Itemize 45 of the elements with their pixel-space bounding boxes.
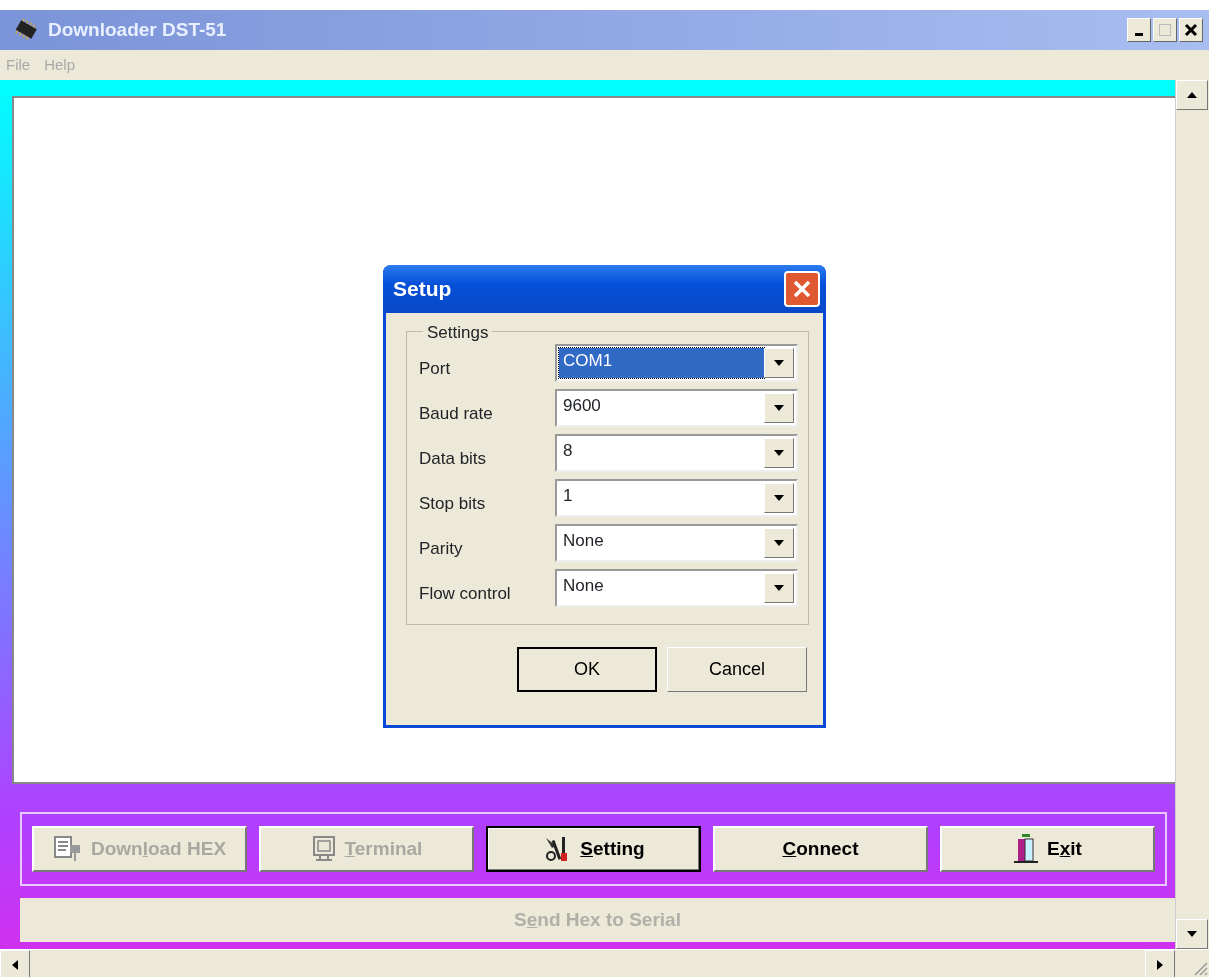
dropdown-field[interactable]: None bbox=[555, 568, 798, 607]
dropdown-arrow-icon bbox=[773, 358, 785, 367]
toolbar-button[interactable]: Connect bbox=[713, 826, 928, 872]
door-icon bbox=[1013, 833, 1040, 865]
dropdown-arrow-icon bbox=[773, 538, 785, 547]
close-icon bbox=[1184, 23, 1198, 37]
dialog-title: Setup bbox=[393, 276, 452, 303]
close-button[interactable] bbox=[1179, 18, 1203, 42]
down-arrow-icon bbox=[1186, 930, 1198, 938]
dropdown-field[interactable]: 1 bbox=[555, 478, 798, 517]
document-icon bbox=[52, 835, 83, 863]
dialog-button[interactable]: Cancel bbox=[667, 647, 807, 692]
minimize-icon bbox=[1135, 32, 1143, 36]
dialog-button[interactable]: OK bbox=[517, 647, 657, 692]
dropdown-field[interactable]: 9600 bbox=[555, 388, 798, 427]
scroll-up-button[interactable] bbox=[1176, 80, 1208, 110]
status-text: Send Hex to Serial bbox=[514, 907, 681, 932]
dropdown-arrow-icon bbox=[773, 448, 785, 457]
scroll-right-button[interactable] bbox=[1145, 950, 1175, 977]
field-label: Flow control bbox=[419, 582, 512, 605]
window-title: Downloader DST-51 bbox=[48, 17, 227, 42]
close-icon bbox=[792, 279, 812, 299]
field-label: Baud rate bbox=[419, 402, 494, 425]
scroll-down-button[interactable] bbox=[1176, 919, 1208, 949]
right-arrow-icon bbox=[1156, 959, 1164, 971]
dropdown-arrow-icon bbox=[773, 583, 785, 592]
monitor-icon bbox=[310, 835, 337, 863]
field-label: Data bits bbox=[419, 447, 488, 470]
left-arrow-icon bbox=[11, 959, 19, 971]
dropdown-arrow-icon bbox=[773, 403, 785, 412]
dropdown-field[interactable]: COM1 bbox=[555, 343, 798, 382]
dropdown-arrow-icon bbox=[773, 493, 785, 502]
maximize-button[interactable] bbox=[1153, 18, 1177, 42]
up-arrow-icon bbox=[1186, 91, 1198, 99]
chip-icon bbox=[12, 18, 40, 42]
toolbar-button[interactable]: Exit bbox=[940, 826, 1155, 872]
minimize-button[interactable] bbox=[1127, 18, 1151, 42]
field-label: Stop bits bbox=[419, 492, 487, 515]
field-label: Parity bbox=[419, 537, 464, 560]
field-label: Port bbox=[419, 357, 452, 380]
dropdown-field[interactable]: 8 bbox=[555, 433, 798, 472]
dropdown-field[interactable]: None bbox=[555, 523, 798, 562]
scroll-left-button[interactable] bbox=[0, 950, 30, 977]
maximize-icon bbox=[1158, 23, 1172, 37]
toolbar-button[interactable]: Setting bbox=[486, 826, 701, 872]
